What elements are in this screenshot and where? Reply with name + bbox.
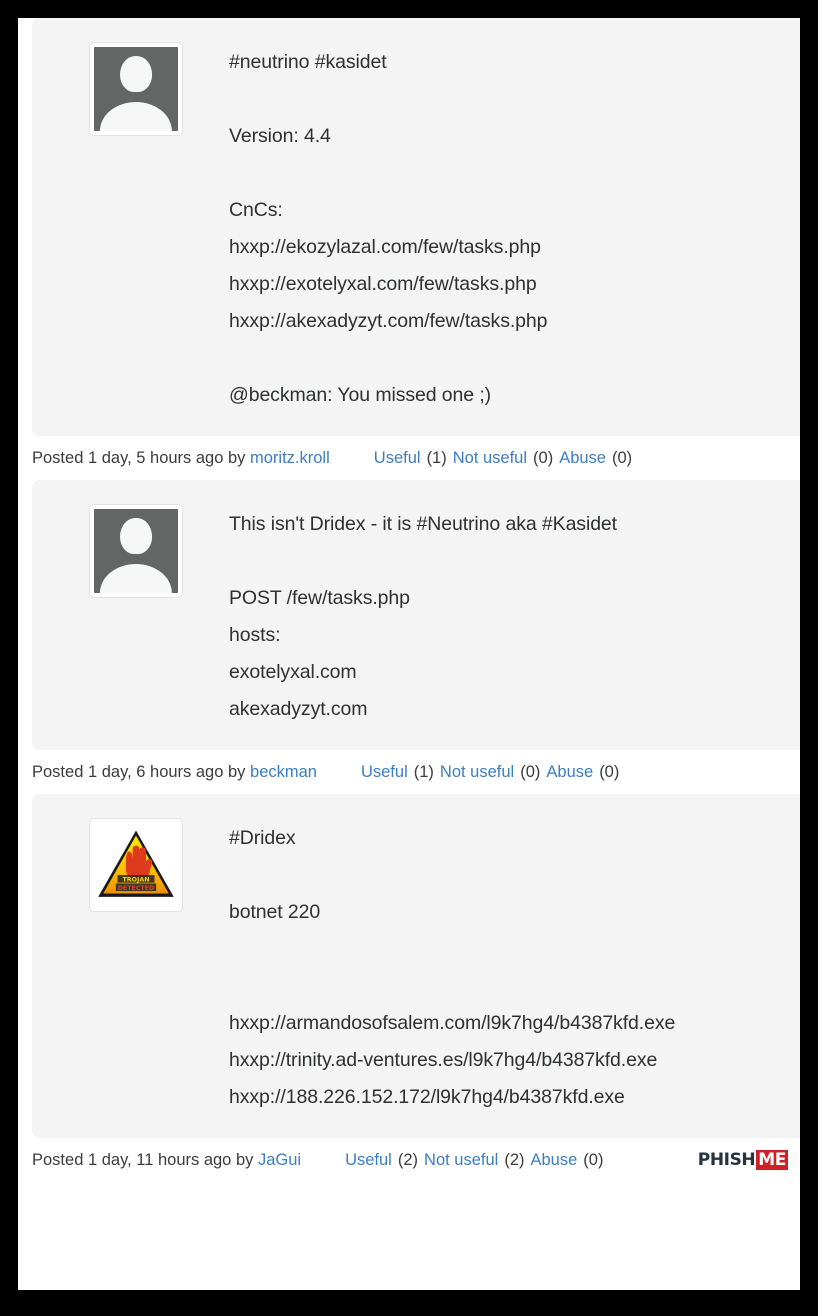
abuse-vote-count: (0) — [583, 1150, 604, 1169]
post-text: This isn't Dridex - it is #Neutrino aka … — [229, 513, 617, 720]
not-useful-vote-link[interactable]: Not useful — [440, 763, 514, 782]
useful-vote-link[interactable]: Useful — [374, 449, 421, 468]
not-useful-vote-link[interactable]: Not useful — [424, 1151, 498, 1170]
post-text: #neutrino #kasidet Version: 4.4 CnCs: hx… — [229, 51, 548, 406]
post-author-link[interactable]: beckman — [250, 763, 317, 782]
post-meta: Posted 1 day, 6 hours ago by beckman Usef… — [18, 750, 800, 794]
svg-text:TROJAN: TROJAN — [123, 876, 150, 883]
user-silhouette-icon — [94, 47, 178, 131]
post-thread: #neutrino #kasidet Version: 4.4 CnCs: hx… — [18, 18, 800, 1182]
useful-vote-count: (1) — [413, 762, 434, 781]
posted-timestamp: Posted 1 day, 6 hours ago by — [32, 762, 246, 781]
avatar — [89, 504, 185, 598]
post-body: #neutrino #kasidet Version: 4.4 CnCs: hx… — [32, 18, 800, 436]
avatar: TROJAN DETECTED — [89, 818, 185, 912]
avatar — [89, 42, 185, 136]
post-content: #neutrino #kasidet Version: 4.4 CnCs: hx… — [185, 42, 780, 414]
abuse-vote-count: (0) — [599, 762, 620, 781]
post-meta: Posted 1 day, 11 hours ago by JaGui Usefu… — [18, 1138, 800, 1182]
vote-group: Useful (2) Not useful (2) Abuse (0) — [345, 1151, 609, 1170]
not-useful-vote-link[interactable]: Not useful — [453, 449, 527, 468]
useful-vote-count: (1) — [426, 448, 447, 467]
abuse-vote-link[interactable]: Abuse — [546, 763, 593, 782]
post-text: #Dridex botnet 220 hxxp://armandosofsale… — [229, 827, 676, 1108]
not-useful-vote-count: (2) — [504, 1150, 525, 1169]
abuse-vote-link[interactable]: Abuse — [559, 449, 606, 468]
vote-group: Useful (1) Not useful (0) Abuse (0) — [374, 449, 638, 468]
post-content: This isn't Dridex - it is #Neutrino aka … — [185, 504, 780, 728]
posted-timestamp: Posted 1 day, 11 hours ago by — [32, 1150, 254, 1169]
post-body: This isn't Dridex - it is #Neutrino aka … — [32, 480, 800, 750]
forum-post: #neutrino #kasidet Version: 4.4 CnCs: hx… — [18, 18, 800, 480]
trojan-detected-icon: TROJAN DETECTED — [94, 823, 178, 907]
useful-vote-count: (2) — [397, 1150, 419, 1169]
post-author-link[interactable]: moritz.kroll — [250, 449, 330, 468]
useful-vote-link[interactable]: Useful — [345, 1151, 392, 1170]
phishme-logo-part2: ME — [756, 1150, 788, 1170]
post-body: TROJAN DETECTED #Dridex botnet 220 hxxp://… — [32, 794, 800, 1138]
phishme-logo: PHISH ME — [698, 1150, 788, 1170]
forum-post: This isn't Dridex - it is #Neutrino aka … — [18, 480, 800, 794]
post-author-link[interactable]: JaGui — [258, 1151, 301, 1170]
posted-timestamp: Posted 1 day, 5 hours ago by — [32, 448, 246, 467]
not-useful-vote-count: (0) — [533, 448, 554, 467]
forum-post: TROJAN DETECTED #Dridex botnet 220 hxxp://… — [18, 794, 800, 1182]
phishme-logo-part1: PHISH — [697, 1150, 756, 1170]
not-useful-vote-count: (0) — [520, 762, 541, 781]
abuse-vote-link[interactable]: Abuse — [531, 1151, 578, 1170]
svg-text:DETECTED: DETECTED — [118, 885, 155, 892]
page-container: #neutrino #kasidet Version: 4.4 CnCs: hx… — [18, 18, 800, 1290]
post-meta: Posted 1 day, 5 hours ago by moritz.krol… — [18, 436, 800, 480]
vote-group: Useful (1) Not useful (0) Abuse (0) — [361, 763, 625, 782]
abuse-vote-count: (0) — [612, 448, 633, 467]
useful-vote-link[interactable]: Useful — [361, 763, 408, 782]
user-silhouette-icon — [94, 509, 178, 593]
screenshot-frame: #neutrino #kasidet Version: 4.4 CnCs: hx… — [0, 0, 818, 1316]
post-content: #Dridex botnet 220 hxxp://armandosofsale… — [185, 818, 780, 1116]
